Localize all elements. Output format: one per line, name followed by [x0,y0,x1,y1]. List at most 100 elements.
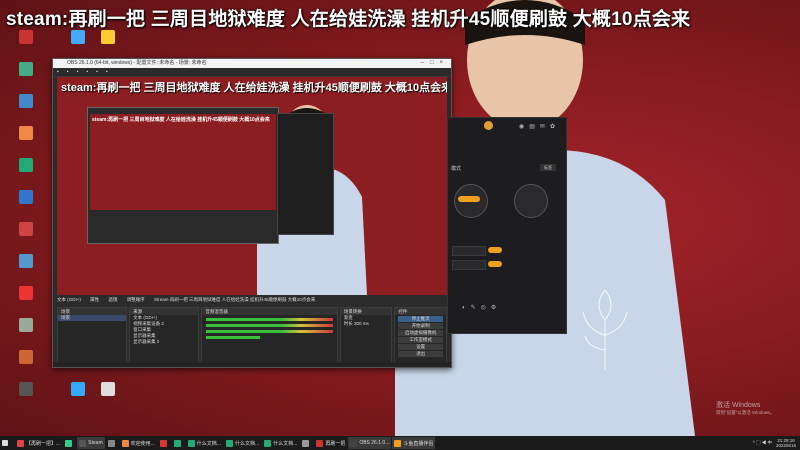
preview-stream-title: steam:再刷一把 三周目地狱难度 人在给娃洗澡 挂机升45顺便刷鼓 大概10… [61,82,447,94]
reorder-button[interactable]: 调整顺序 [127,297,145,303]
desktop-icon[interactable]: ​ [0,350,52,382]
app-icon [173,439,181,447]
app-icon [302,439,310,447]
app-icon [316,439,324,447]
source-name-label: 文本 (GDI+) [57,297,81,302]
desktop-icon[interactable]: ​ [0,318,52,350]
app-logo-icon [484,121,493,130]
settings-button[interactable]: 设置 [398,344,444,350]
taskbar-item[interactable]: 什么文档... [186,437,223,449]
taskbar-item[interactable]: 什么文档... [262,437,299,449]
nested-preview: steam:再刷一把 三周目地狱难度 人在给娃洗澡 挂机升45顺便刷鼓 大概10… [90,114,276,210]
taskbar-item[interactable]: 斗鱼直播伴侣 [392,437,436,449]
setting-toggle[interactable] [488,247,502,253]
taskbar-item-label: 什么文档... [196,440,221,447]
window-controls[interactable]: –□× [421,59,449,68]
tray-icons[interactable]: ^ ▢ ◀ 中 [753,440,772,446]
menu-item[interactable]: ▪ [67,69,69,75]
menu-item[interactable]: ▪ [96,69,98,75]
taskbar-item-label: 再刷一把 [325,440,346,447]
menu-item[interactable]: ▪ [86,69,88,75]
audio-mixer-dock: 音频混音器 [201,307,338,363]
scenes-header: 场景 [58,308,127,315]
taskbar-item[interactable]: 再刷一把 [314,437,347,449]
menu-item[interactable]: ▪ [106,69,108,75]
obs-title-bar[interactable]: OBS 26.1.0 (64-bit, windows) - 配置文件: 未命名… [53,59,451,68]
watermark-line2: 转到"设置"以激活 Windows。 [716,410,775,415]
setting-input[interactable] [452,260,486,270]
desktop: steam:再刷一把 三周目地狱难度 人在给娃洗澡 挂机升45顺便刷鼓 大概10… [0,0,800,436]
scene-item[interactable]: 场景 [58,315,127,321]
desktop-icon[interactable]: ​ [0,190,52,222]
taskbar-item-label: 斗鱼直播伴侣 [403,440,434,447]
clock-date: 2022/8/16 [775,443,796,448]
duration-row[interactable]: 时长 300 ms [341,321,392,327]
clock[interactable]: 21:28:16 2022/8/16 [776,438,796,448]
studio-mode-button[interactable]: 工作室模式 [398,337,444,343]
taskbar-item[interactable]: OBS 26.1.0... [348,437,392,449]
taskbar-item[interactable]: Steam [77,437,105,449]
taskbar-item[interactable] [172,437,185,449]
audio-meter [206,330,333,333]
exit-button[interactable]: 退出 [398,351,444,357]
app-icon [79,439,87,447]
desktop-icon[interactable]: ​ [0,254,52,286]
start-recording-button[interactable]: 开始录制 [398,323,444,329]
scenes-dock: 场景 场景 [57,307,128,363]
tag-button[interactable]: 标签 [540,164,556,171]
desktop-icon[interactable]: ​ [0,286,52,318]
taskbar: 【再刷一把】... Steam 欢迎使用... 什么文档... 什么文档... 什么文档.… [0,436,800,450]
desktop-icon[interactable]: ​ [0,158,52,190]
taskbar-item[interactable]: 【再刷一把】... [15,437,62,449]
app-icon [65,439,73,447]
setting-input[interactable] [452,246,486,256]
desktop-icon[interactable]: ​ [0,62,52,94]
desktop-icon[interactable]: ​ [0,126,52,158]
transitions-dock: 场景转换 渐变 时长 300 ms [339,307,393,363]
mixer-header: 音频混音器 [202,308,337,315]
stop-streaming-button[interactable]: 停止推流 [398,316,444,322]
start-button[interactable] [0,437,14,449]
sources-header: 来源 [130,308,199,315]
taskbar-item-label: 什么文档... [234,440,260,447]
live-companion-panel[interactable]: ◉▤✉✿ 模式 标签 ​ ◐✎◎⚙ [447,117,567,334]
taskbar-item-label: OBS 26.1.0... [359,440,390,446]
taskbar-item-label: 欢迎使用... [130,440,155,447]
menu-item[interactable]: ▪ [57,69,59,75]
controls-dock: 控件 停止推流 开始录制 启动虚拟摄像机 工作室模式 设置 退出 [394,307,448,363]
selected-mode-pill[interactable] [458,196,480,202]
source-item[interactable]: 显示器采集 2 [130,339,198,345]
desktop-icon[interactable]: ​ [0,30,52,62]
app-icon [350,439,358,447]
app-icon [394,439,402,447]
desktop-icon[interactable]: ​ [0,382,52,414]
controls-header: 控件 [395,308,447,315]
taskbar-item[interactable] [63,437,76,449]
desktop-icon[interactable] [96,382,120,414]
app-icon [225,439,233,447]
mode-option-ring[interactable] [514,184,548,218]
obs-menu-bar[interactable]: ▪ ▪ ▪ ▪ ▪ ▪ [53,68,451,77]
taskbar-item[interactable] [300,437,313,449]
filters-button[interactable]: 滤镜 [108,297,117,303]
obs-preview-canvas[interactable]: steam:再刷一把 三周目地狱难度 人在给娃洗澡 挂机升45顺便刷鼓 大概10… [57,77,447,295]
panel-toolbar-icons[interactable]: ◉▤✉✿ [519,123,560,130]
taskbar-items: 【再刷一把】... Steam 欢迎使用... 什么文档... 什么文档... 什么文档.… [15,437,436,449]
desktop-icon[interactable]: ​ [0,222,52,254]
taskbar-item[interactable] [106,437,119,449]
setting-toggle[interactable] [488,261,502,267]
taskbar-item-label: Steam [88,440,103,446]
taskbar-item[interactable]: 欢迎使用... [120,437,157,449]
desktop-icon[interactable]: ​ [0,94,52,126]
panel-bottom-icons[interactable]: ◐✎◎⚙ [462,304,501,311]
properties-button[interactable]: 属性 [90,297,99,303]
virtual-camera-button[interactable]: 启动虚拟摄像机 [398,330,444,336]
app-icon [187,439,195,447]
taskbar-item[interactable]: 什么文档... [224,437,261,449]
taskbar-item[interactable] [158,437,171,449]
menu-item[interactable]: ▪ [77,69,79,75]
desktop-icons-column-1: ​ ​ ​ ​ ​ ​ ​ ​ ​ ​ ​ ​ [0,30,52,414]
app-icon [121,439,129,447]
obs-window[interactable]: OBS 26.1.0 (64-bit, windows) - 配置文件: 未命名… [52,58,452,368]
app-icon [107,439,115,447]
